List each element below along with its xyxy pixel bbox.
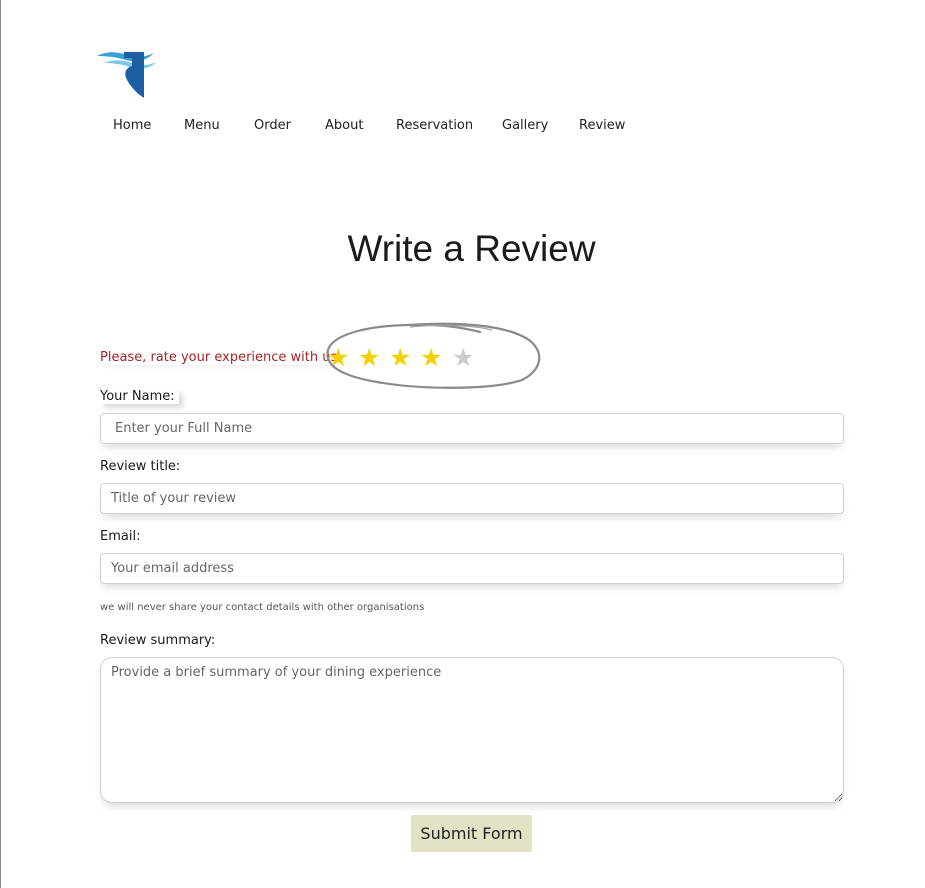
nav-item-gallery[interactable]: Gallery — [502, 118, 548, 133]
review-title-input[interactable] — [100, 483, 844, 514]
star-4-icon[interactable]: ★ — [420, 344, 442, 372]
name-label: Your Name: — [100, 389, 179, 404]
nav-item-home[interactable]: Home — [113, 118, 151, 133]
star-3-icon[interactable]: ★ — [389, 344, 411, 372]
rating-prompt: Please, rate your experience with us. — [100, 350, 342, 365]
submit-form-button[interactable]: Submit Form — [411, 815, 532, 852]
review-summary-textarea[interactable] — [100, 657, 844, 803]
review-title-label: Review title: — [100, 459, 181, 474]
nav-item-review[interactable]: Review — [579, 118, 625, 133]
star-1-icon[interactable]: ★ — [327, 344, 349, 372]
email-input[interactable] — [100, 553, 844, 584]
nav-item-about[interactable]: About — [325, 118, 363, 133]
nav-item-reservation[interactable]: Reservation — [396, 118, 473, 133]
email-label: Email: — [100, 529, 141, 544]
star-5-icon[interactable]: ★ — [452, 344, 474, 372]
bird-wave-logo-icon[interactable] — [96, 48, 158, 98]
nav-item-order[interactable]: Order — [254, 118, 291, 133]
review-summary-label: Review summary: — [100, 633, 216, 648]
email-privacy-note: we will never share your contact details… — [100, 602, 425, 613]
window-edge — [0, 0, 1, 888]
nav-item-menu[interactable]: Menu — [184, 118, 220, 133]
full-name-input[interactable] — [100, 413, 844, 444]
page-title: Write a Review — [347, 228, 596, 269]
star-2-icon[interactable]: ★ — [358, 344, 380, 372]
